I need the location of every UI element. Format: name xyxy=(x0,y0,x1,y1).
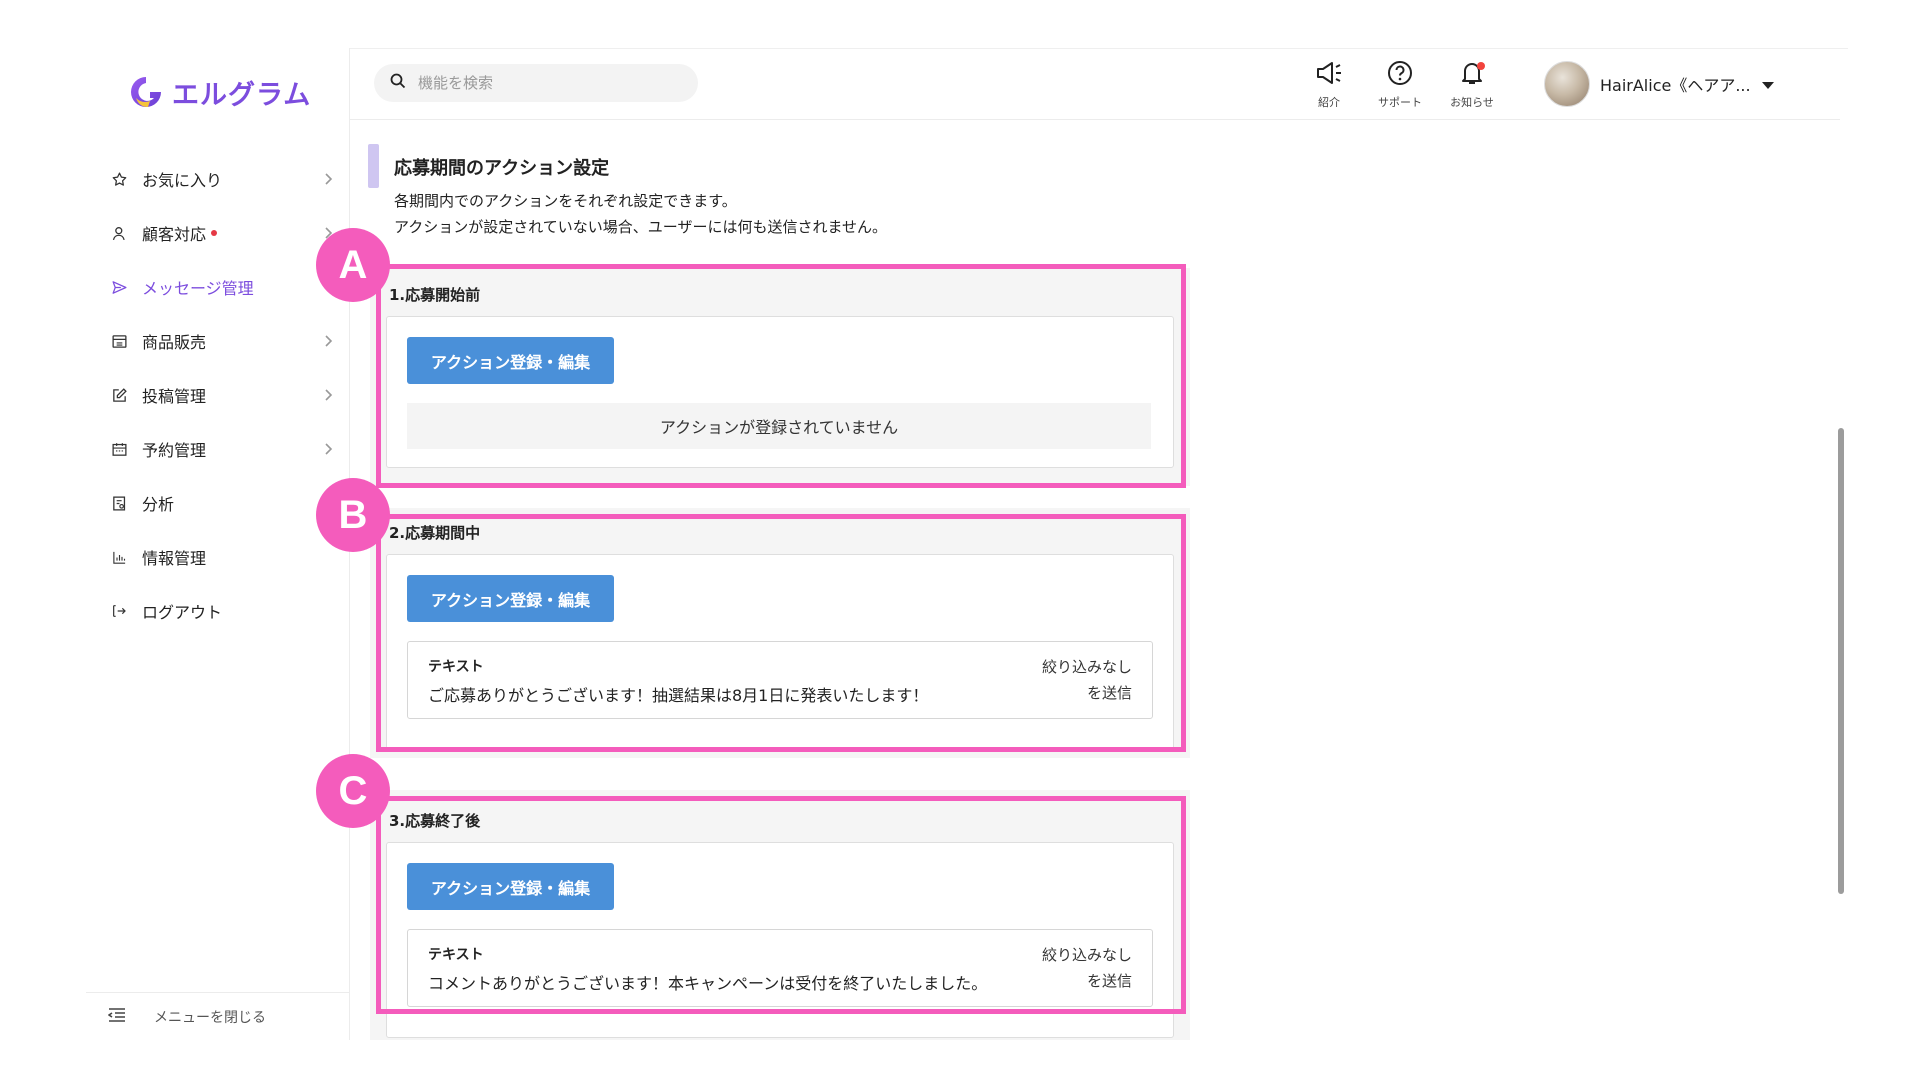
app-logo[interactable]: エルグラム xyxy=(128,62,311,122)
megaphone-icon xyxy=(1315,60,1343,90)
search-icon xyxy=(390,73,406,93)
calendar-icon xyxy=(110,440,128,458)
highlight-box-b xyxy=(376,514,1186,752)
chevron-down-icon xyxy=(1761,75,1775,94)
sidebar-item-label: 予約管理 xyxy=(142,441,207,460)
sidebar-item-favorites[interactable]: お気に入り xyxy=(86,152,350,206)
sidebar-item-messages[interactable]: メッセージ管理 xyxy=(86,260,350,314)
collapse-menu-button[interactable]: メニューを閉じる xyxy=(86,992,350,1040)
sidebar-item-products[interactable]: 商品販売 xyxy=(86,314,350,368)
sidebar-item-label: 投稿管理 xyxy=(142,387,207,406)
annotation-badge-b: B xyxy=(316,478,390,552)
annotation-badge-c: C xyxy=(316,754,390,828)
user-icon xyxy=(110,224,128,242)
sidebar-item-label: 情報管理 xyxy=(142,549,207,568)
avatar xyxy=(1544,61,1590,107)
sidebar-nav: お気に入り 顧客対応 メッセージ管理 商品販売 投稿管理 予約管理 分析 情報管… xyxy=(86,152,350,638)
help-icon xyxy=(1386,60,1414,90)
store-icon xyxy=(110,332,128,350)
send-icon xyxy=(110,278,128,296)
collapse-menu-label: メニューを閉じる xyxy=(154,1009,266,1026)
sidebar-item-customers[interactable]: 顧客対応 xyxy=(86,206,350,260)
notifications-label: お知らせ xyxy=(1450,96,1494,109)
description-line: アクションが設定されていない場合、ユーザーには何も送信されません。 xyxy=(394,218,888,236)
edit-icon xyxy=(110,386,128,404)
highlight-box-a xyxy=(376,264,1186,488)
star-icon xyxy=(110,170,128,188)
sidebar-item-label: 商品販売 xyxy=(142,333,207,352)
support-label: サポート xyxy=(1378,96,1422,109)
bar-chart-icon xyxy=(110,548,128,566)
logo-text: エルグラム xyxy=(172,79,312,111)
intro-label: 紹介 xyxy=(1318,96,1340,109)
annotation-badge-a: A xyxy=(316,228,390,302)
logout-icon xyxy=(110,602,128,620)
chevron-right-icon xyxy=(320,171,336,187)
top-header: 紹介 サポート お知らせ HairAlice《ヘアア... xyxy=(350,48,1840,120)
sidebar-item-reservations[interactable]: 予約管理 xyxy=(86,422,350,476)
chevron-right-icon xyxy=(320,333,336,349)
sidebar-item-label: お気に入り xyxy=(142,171,223,190)
notifications-button[interactable]: お知らせ xyxy=(1447,60,1497,110)
user-menu[interactable]: HairAlice《ヘアア... xyxy=(1544,58,1775,110)
search-box[interactable] xyxy=(374,64,698,102)
notification-dot xyxy=(211,230,218,236)
support-button[interactable]: サポート xyxy=(1375,60,1425,110)
section-accent xyxy=(368,144,379,188)
report-icon xyxy=(110,494,128,512)
chevron-right-icon xyxy=(320,441,336,457)
sidebar: エルグラム お気に入り 顧客対応 メッセージ管理 商品販売 投稿管理 予約管理 … xyxy=(86,48,350,1040)
user-name: HairAlice《ヘアア... xyxy=(1600,76,1751,95)
search-input[interactable] xyxy=(418,74,678,92)
description-line: 各期間内でのアクションをそれぞれ設定できます。 xyxy=(394,192,737,210)
sidebar-item-info[interactable]: 情報管理 xyxy=(86,530,350,584)
sidebar-item-label: メッセージ管理 xyxy=(142,279,254,298)
sidebar-item-posts[interactable]: 投稿管理 xyxy=(86,368,350,422)
sidebar-item-label: 分析 xyxy=(142,495,175,514)
page-title: 応募期間のアクション設定 xyxy=(394,158,610,179)
intro-button[interactable]: 紹介 xyxy=(1304,60,1354,110)
sidebar-item-label: 顧客対応 xyxy=(142,225,207,244)
logo-icon xyxy=(128,74,164,110)
notification-dot xyxy=(1477,62,1485,70)
section-description: 各期間内でのアクションをそれぞれ設定できます。 アクションが設定されていない場合… xyxy=(394,188,887,240)
sidebar-item-logout[interactable]: ログアウト xyxy=(86,584,350,638)
sidebar-item-analytics[interactable]: 分析 xyxy=(86,476,350,530)
scrollbar[interactable] xyxy=(1838,428,1844,894)
sidebar-item-label: ログアウト xyxy=(142,603,223,622)
highlight-box-c xyxy=(376,796,1186,1014)
menu-collapse-icon xyxy=(107,1007,126,1027)
chevron-right-icon xyxy=(320,387,336,403)
